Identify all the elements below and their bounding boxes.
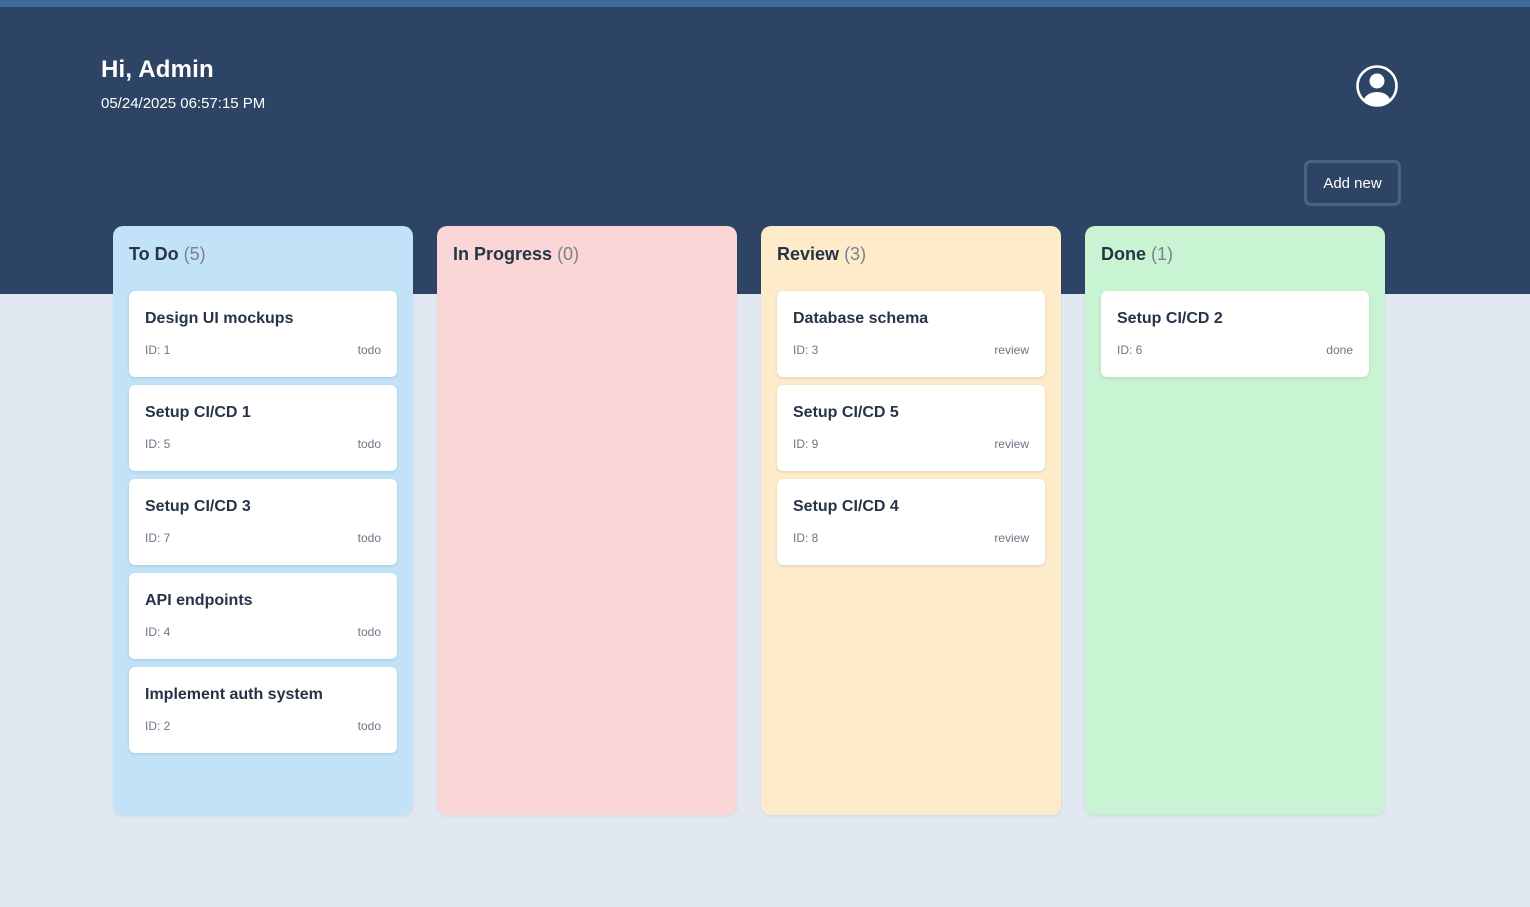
top-accent-bar <box>0 0 1530 7</box>
task-title: Setup CI/CD 3 <box>145 498 251 515</box>
task-card[interactable]: Database schema ID: 3 review <box>777 291 1045 377</box>
task-card[interactable]: Setup CI/CD 3 ID: 7 todo <box>129 479 397 565</box>
column-count: (5) <box>183 244 206 264</box>
task-card[interactable]: Setup CI/CD 5 ID: 9 review <box>777 385 1045 471</box>
column-todo[interactable]: To Do (5) Design UI mockups ID: 1 todo S… <box>113 226 413 815</box>
task-card[interactable]: Setup CI/CD 2 ID: 6 done <box>1101 291 1369 377</box>
task-status: review <box>994 343 1029 357</box>
task-status: review <box>994 437 1029 451</box>
task-title: Design UI mockups <box>145 310 294 327</box>
task-title: Setup CI/CD 2 <box>1117 310 1223 327</box>
column-title: In Progress <box>453 244 553 264</box>
column-review[interactable]: Review (3) Database schema ID: 3 review … <box>761 226 1061 815</box>
greeting-text: Hi, Admin <box>101 56 214 83</box>
task-title: Implement auth system <box>145 686 323 703</box>
column-title: Done <box>1101 244 1146 264</box>
column-in-progress[interactable]: In Progress (0) <box>437 226 737 815</box>
task-status: todo <box>357 531 381 545</box>
column-header: To Do (5) <box>129 242 397 266</box>
column-count: (3) <box>844 244 867 264</box>
task-id: ID: 5 <box>145 437 171 451</box>
column-header: Done (1) <box>1101 242 1369 266</box>
task-title: API endpoints <box>145 592 253 609</box>
task-title: Database schema <box>793 310 929 327</box>
task-id: ID: 1 <box>145 343 171 357</box>
column-count: (0) <box>557 244 580 264</box>
add-new-button[interactable]: Add new <box>1304 160 1401 206</box>
column-header: Review (3) <box>777 242 1045 266</box>
task-id: ID: 7 <box>145 531 171 545</box>
column-header: In Progress (0) <box>453 242 721 266</box>
task-card[interactable]: Implement auth system ID: 2 todo <box>129 667 397 753</box>
user-circle-icon[interactable] <box>1355 64 1399 108</box>
task-status: todo <box>357 719 381 733</box>
current-datetime: 05/24/2025 06:57:15 PM <box>101 95 266 112</box>
task-title: Setup CI/CD 5 <box>793 404 899 421</box>
task-title: Setup CI/CD 4 <box>793 498 899 515</box>
task-id: ID: 8 <box>793 531 819 545</box>
column-title: To Do <box>129 244 179 264</box>
task-card[interactable]: Setup CI/CD 4 ID: 8 review <box>777 479 1045 565</box>
column-count: (1) <box>1151 244 1174 264</box>
task-status: todo <box>357 343 381 357</box>
column-title: Review <box>777 244 840 264</box>
task-id: ID: 9 <box>793 437 819 451</box>
column-done[interactable]: Done (1) Setup CI/CD 2 ID: 6 done <box>1085 226 1385 815</box>
task-card[interactable]: Setup CI/CD 1 ID: 5 todo <box>129 385 397 471</box>
task-title: Setup CI/CD 1 <box>145 404 251 421</box>
task-card[interactable]: Design UI mockups ID: 1 todo <box>129 291 397 377</box>
task-status: review <box>994 531 1029 545</box>
task-id: ID: 4 <box>145 625 171 639</box>
task-card[interactable]: API endpoints ID: 4 todo <box>129 573 397 659</box>
kanban-board: To Do (5) Design UI mockups ID: 1 todo S… <box>113 226 1385 815</box>
task-status: todo <box>357 437 381 451</box>
task-id: ID: 6 <box>1117 343 1143 357</box>
task-id: ID: 3 <box>793 343 819 357</box>
task-id: ID: 2 <box>145 719 171 733</box>
task-status: done <box>1326 343 1353 357</box>
task-status: todo <box>357 625 381 639</box>
